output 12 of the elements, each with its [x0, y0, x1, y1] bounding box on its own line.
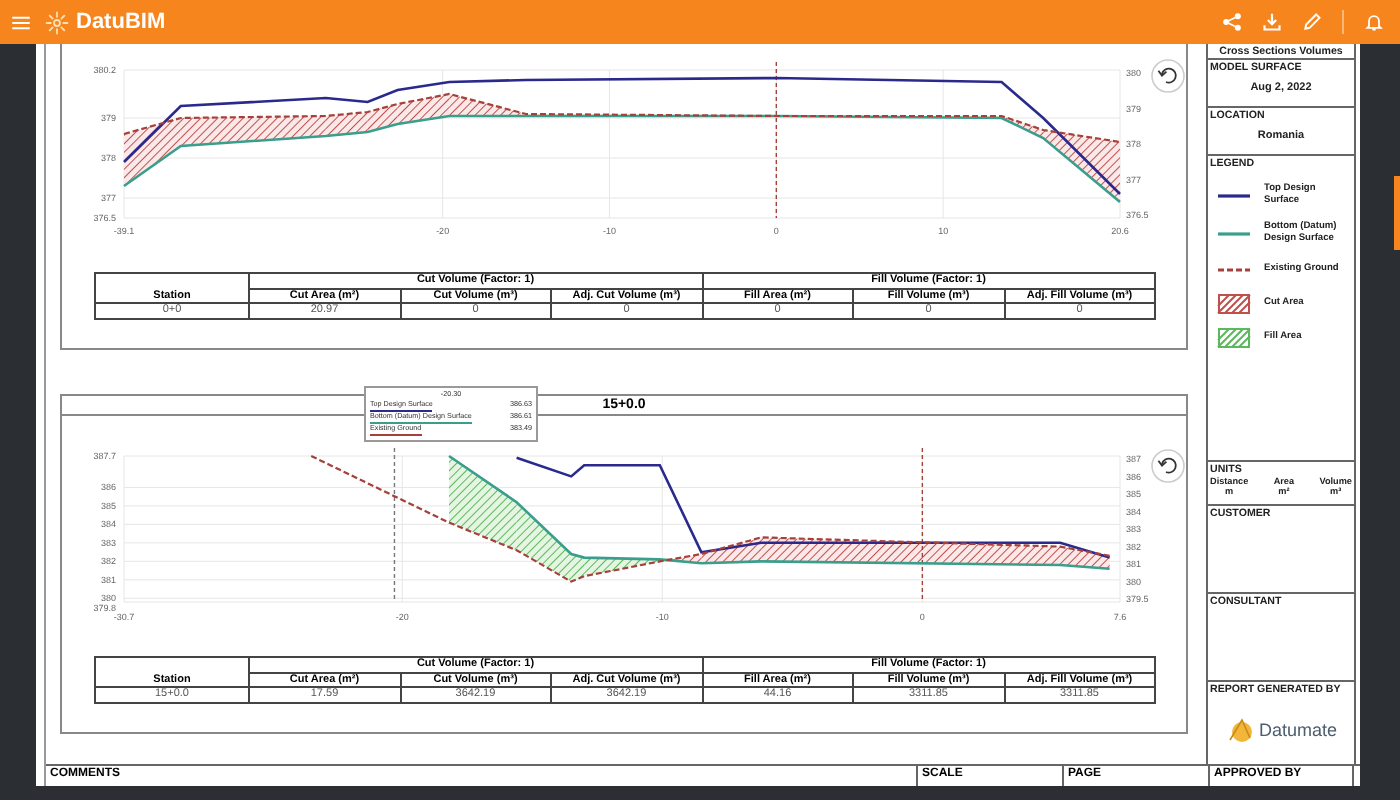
reset-zoom-button[interactable]: [1151, 449, 1185, 483]
share-icon[interactable]: [1222, 12, 1242, 32]
bell-icon[interactable]: [1364, 12, 1384, 32]
company-logo-text: Datumate: [1258, 720, 1338, 740]
app-name: DatuBIM: [76, 10, 166, 34]
company-logo-icon: [1224, 716, 1257, 744]
download-icon[interactable]: [1262, 12, 1282, 32]
edit-icon[interactable]: [1302, 12, 1322, 32]
reset-zoom-button[interactable]: [1151, 59, 1185, 93]
menu-icon[interactable]: [12, 15, 30, 29]
fill-area: [449, 456, 517, 551]
sunburst-logo-icon: [44, 9, 70, 35]
